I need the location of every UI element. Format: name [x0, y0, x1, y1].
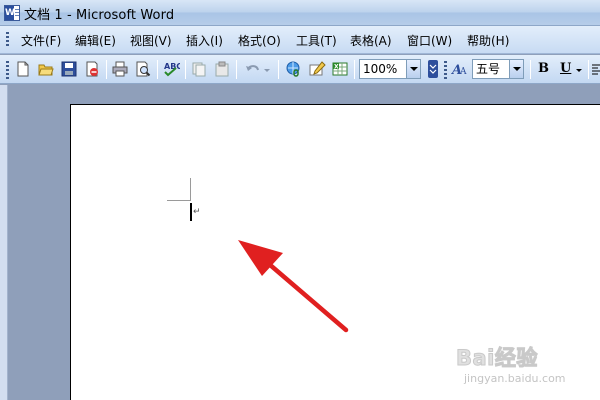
menu-bar: 文件(F) 编辑(E) 视图(V) 插入(I) 格式(O) 工具(T) 表格(A… — [0, 26, 600, 54]
standard-toolbar: ABC X 100% AA 五号 B U — [0, 55, 600, 84]
menu-help[interactable]: 帮助(H) — [467, 32, 509, 49]
bold-button[interactable]: B — [538, 61, 549, 76]
print-preview-icon[interactable] — [134, 60, 152, 78]
toolbar-separator — [278, 60, 279, 79]
toolbar-separator — [530, 60, 531, 79]
save-icon[interactable] — [60, 60, 78, 78]
style-icon[interactable]: AA — [450, 60, 469, 78]
undo-icon[interactable] — [243, 60, 261, 78]
toolbar-grip[interactable] — [6, 61, 9, 79]
permission-icon[interactable] — [83, 60, 101, 78]
window-title: 文档 1 - Microsoft Word — [24, 8, 175, 23]
new-document-icon[interactable] — [14, 60, 32, 78]
margin-crop-mark — [190, 178, 191, 201]
open-folder-icon[interactable] — [37, 60, 55, 78]
svg-text:X: X — [334, 64, 339, 71]
toolbar-options-chevron[interactable] — [428, 60, 438, 78]
align-icon[interactable] — [591, 60, 600, 78]
font-size-value: 五号 — [476, 62, 501, 76]
toolbar-separator — [185, 60, 186, 79]
watermark-url: jingyan.baidu.com — [464, 372, 566, 385]
svg-text:ABC: ABC — [164, 62, 180, 71]
cut-icon[interactable] — [190, 60, 208, 78]
title-bar: W 文档 1 - Microsoft Word — [0, 0, 600, 26]
insert-excel-icon[interactable]: X — [331, 60, 349, 78]
menu-format[interactable]: 格式(O) — [238, 32, 281, 49]
svg-text:A: A — [459, 67, 467, 77]
toolbar-separator — [236, 60, 237, 79]
menu-view[interactable]: 视图(V) — [130, 32, 172, 49]
word-document-icon[interactable]: W — [4, 5, 20, 21]
menubar-grip[interactable] — [6, 32, 9, 48]
menu-edit[interactable]: 编辑(E) — [75, 32, 116, 49]
baidu-jingyan-watermark: Bai经验 jingyan.baidu.com — [456, 338, 596, 388]
zoom-value: 100% — [363, 62, 398, 76]
menu-file[interactable]: 文件(F) — [21, 32, 61, 49]
toolbar-separator — [106, 60, 107, 79]
hyperlink-icon[interactable] — [285, 60, 303, 78]
copy-icon[interactable] — [213, 60, 231, 78]
toolbar-separator — [588, 60, 589, 79]
text-cursor — [190, 203, 192, 221]
formatting-toolbar-grip[interactable] — [444, 61, 447, 79]
zoom-dropdown-arrow[interactable] — [406, 60, 420, 78]
watermark-logo: Bai经验 — [456, 346, 538, 371]
menu-tools[interactable]: 工具(T) — [296, 32, 337, 49]
menu-table[interactable]: 表格(A) — [350, 32, 392, 49]
paragraph-mark-icon: ↵ — [193, 207, 201, 217]
menu-insert[interactable]: 插入(I) — [186, 32, 223, 49]
tables-borders-icon[interactable] — [308, 60, 326, 78]
menu-window[interactable]: 窗口(W) — [407, 32, 452, 49]
print-icon[interactable] — [111, 60, 129, 78]
toolbar-separator — [354, 60, 355, 79]
font-size-combo[interactable]: 五号 — [472, 59, 524, 79]
underline-button[interactable]: U — [560, 61, 571, 76]
toolbar-separator — [157, 60, 158, 79]
spelling-check-icon[interactable]: ABC — [162, 60, 182, 78]
zoom-combo[interactable]: 100% — [359, 59, 421, 79]
margin-crop-mark — [167, 200, 190, 201]
vertical-ruler — [0, 85, 8, 400]
font-size-dropdown-arrow[interactable] — [509, 60, 523, 78]
underline-dropdown-icon[interactable] — [574, 60, 584, 78]
undo-dropdown-icon[interactable] — [262, 60, 272, 78]
